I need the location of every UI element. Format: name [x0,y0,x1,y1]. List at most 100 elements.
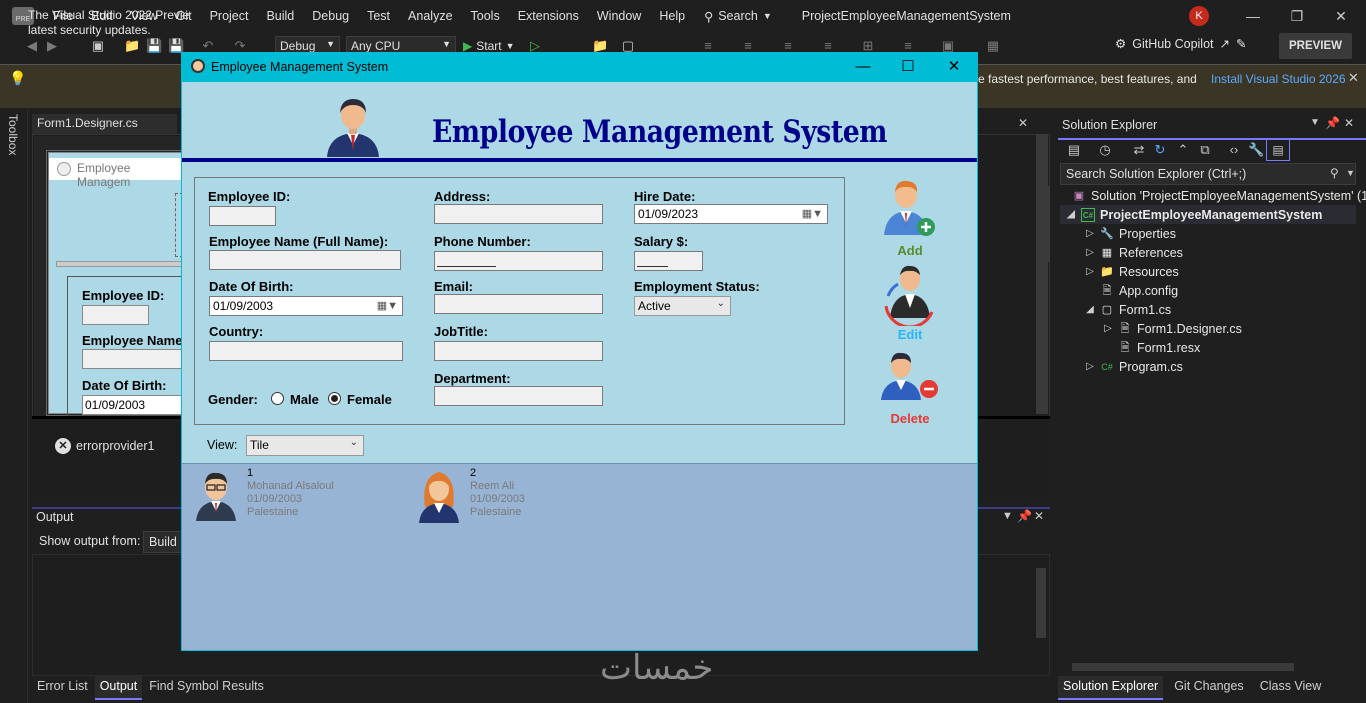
collapsed-icon[interactable]: ▷ [1085,361,1095,372]
add-employee-icon[interactable] [878,177,938,239]
edit-label[interactable]: Edit [880,327,940,342]
phone-input[interactable] [434,251,603,271]
close-icon[interactable]: ✕ [1344,116,1354,130]
collapse-icon[interactable]: ⌃ [1175,142,1191,158]
tree-resources[interactable]: ▷ 📁 Resources [1085,262,1179,281]
order-icon[interactable]: ▦ [985,38,1001,54]
edit-employee-icon[interactable] [880,262,940,326]
tab-form1-designer[interactable]: Form1.Designer.cs [32,114,177,134]
preview-selected-icon[interactable]: ▤ [1266,139,1290,161]
github-copilot-button[interactable]: ⚙ GitHub Copilot ↗ ✎ [1115,36,1246,52]
dropdown-icon[interactable]: ▼ [1310,117,1320,128]
tab-output[interactable]: Output [94,676,143,700]
output-source-select[interactable]: Build [143,531,183,553]
tree-solution[interactable]: ▣ Solution 'ProjectEmployeeManagementSys… [1072,186,1366,205]
collapsed-icon[interactable]: ▷ [1085,266,1095,277]
designer-employee-id-box[interactable] [82,305,149,325]
tree-app-config[interactable]: 🗎 App.config [1100,281,1179,300]
employment-status-select[interactable]: Active ⌄ [634,296,731,316]
jobtitle-input[interactable] [434,341,603,361]
menu-tools[interactable]: Tools [462,0,509,32]
tree-program-cs[interactable]: ▷ C# Program.cs [1085,357,1183,376]
history-icon[interactable]: ◷ [1097,142,1113,158]
tree-form1-cs[interactable]: ◢ ▢ Form1.cs [1085,300,1171,319]
menu-window[interactable]: Window [588,0,650,32]
designer-dob-box[interactable]: 01/09/2003 [82,395,183,415]
copy-icon[interactable]: ⧉ [1197,142,1213,158]
country-input[interactable] [209,341,403,361]
errorprovider-component[interactable]: ✕ errorprovider1 [55,438,155,454]
properties-wrench-icon[interactable]: 🔧 [1248,142,1264,158]
search-box[interactable]: ⚲ Search ▼ [704,9,772,24]
menu-project[interactable]: Project [201,0,258,32]
close-icon[interactable]: ✕ [1331,6,1351,26]
designer-employee-name-box[interactable] [82,349,183,369]
menu-help[interactable]: Help [650,0,694,32]
install-link[interactable]: Install Visual Studio 2026 [1211,72,1346,86]
app-close-icon[interactable]: ✕ [942,56,966,78]
pin-icon[interactable]: 📌 [1017,509,1032,523]
employee-tile-1[interactable]: 1 Mohanad Alsaloul 01/09/2003 Palestaine [247,467,334,519]
tree-form1-resx[interactable]: 🗎 Form1.resx [1118,338,1201,357]
new-item-icon[interactable]: ▣ [90,38,106,54]
tab-error-list[interactable]: Error List [32,676,93,700]
calendar-dropdown-icon[interactable]: ▦▼ [802,207,823,220]
email-input[interactable] [434,294,603,314]
collapsed-icon[interactable]: ▷ [1085,247,1095,258]
menu-extensions[interactable]: Extensions [509,0,588,32]
pin-icon[interactable]: 📌 [1325,116,1340,130]
collapsed-icon[interactable]: ▷ [1103,323,1113,334]
expanded-icon[interactable]: ◢ [1085,304,1095,315]
switch-views-icon[interactable]: ▤ [1066,142,1082,158]
dob-datepicker[interactable]: 01/09/2003 ▦▼ [209,296,403,316]
tree-project[interactable]: ◢ C# ProjectEmployeeManagementSystem [1060,205,1356,224]
close-icon[interactable]: ✕ [1018,116,1028,130]
chevron-down-icon[interactable]: ▼ [1346,168,1355,178]
toolbox-tab[interactable]: Toolbox [6,114,20,155]
delete-employee-icon[interactable] [877,350,943,402]
tree-form1-designer[interactable]: ▷ 🗎 Form1.Designer.cs [1103,319,1242,338]
tree-scrollbar[interactable] [1040,186,1050,262]
app-maximize-icon[interactable]: ☐ [896,56,920,78]
hire-date-datepicker[interactable]: 01/09/2023 ▦▼ [634,204,828,224]
female-radio[interactable] [328,392,341,405]
designer-scrollbar[interactable] [1036,134,1048,414]
code-icon[interactable]: ‹› [1226,142,1242,158]
tree-references[interactable]: ▷ ▦ References [1085,243,1183,262]
menu-build[interactable]: Build [257,0,303,32]
collapsed-icon[interactable]: ▷ [1085,228,1095,239]
menu-debug[interactable]: Debug [303,0,358,32]
back-icon[interactable]: ◀ [24,38,40,54]
employee-name-input[interactable] [209,250,401,270]
menu-analyze[interactable]: Analyze [399,0,461,32]
refresh-icon[interactable]: ↻ [1152,142,1168,158]
save-icon[interactable]: 💾 [146,38,162,54]
sync-icon[interactable]: ⇄ [1131,142,1147,158]
add-label[interactable]: Add [880,243,940,258]
male-radio[interactable] [271,392,284,405]
app-minimize-icon[interactable]: — [851,56,875,78]
menu-test[interactable]: Test [358,0,399,32]
salary-input[interactable] [634,251,703,271]
minimize-icon[interactable]: — [1243,6,1263,26]
solution-search-input[interactable]: Search Solution Explorer (Ctrl+;) [1060,163,1356,185]
close-icon[interactable]: ✕ [1034,509,1044,523]
tab-find-symbol-results[interactable]: Find Symbol Results [144,676,269,700]
delete-label[interactable]: Delete [878,411,942,426]
preview-badge[interactable]: PREVIEW [1279,33,1352,59]
output-scrollbar[interactable] [1036,568,1046,638]
employee-id-input[interactable] [209,206,276,226]
dropdown-icon[interactable]: ▼ [1002,510,1013,522]
forward-icon[interactable]: ▶ [44,38,60,54]
tab-solution-explorer[interactable]: Solution Explorer [1058,676,1164,700]
department-input[interactable] [434,386,603,406]
calendar-dropdown-icon[interactable]: ▦▼ [377,299,398,312]
address-input[interactable] [434,204,603,224]
employee-tile-2[interactable]: 2 Reem Ali 01/09/2003 Palestaine [470,467,525,519]
se-hscrollbar[interactable] [1072,663,1294,671]
expanded-icon[interactable]: ◢ [1066,209,1076,220]
close-icon[interactable]: ✕ [1348,70,1359,86]
open-folder-icon[interactable]: 📁 [124,38,140,54]
restore-icon[interactable]: ❐ [1287,6,1307,26]
user-avatar[interactable]: K [1189,6,1209,26]
